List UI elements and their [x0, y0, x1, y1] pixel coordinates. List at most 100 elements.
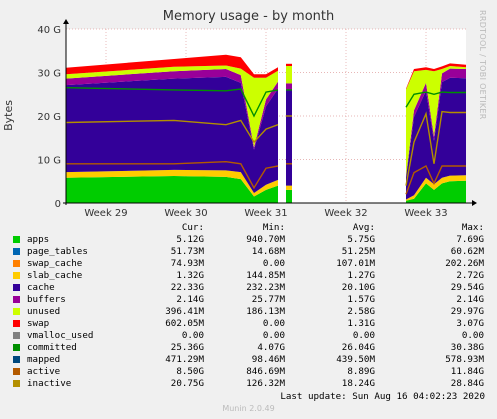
legend-cur-value: 471.29M [165, 354, 204, 365]
legend-row-swap-cache: swap_cache 74.93M 0.00 107.01M 202.26M [0, 258, 497, 270]
legend-row-cache: cache 22.33G 232.23M 20.10G 29.54G [0, 282, 497, 294]
legend-min-value: 940.70M [246, 234, 285, 245]
legend-cur-value: 2.14G [176, 294, 204, 305]
legend-max-value: 7.69G [456, 234, 484, 245]
legend-cur-value: 1.32G [176, 270, 204, 281]
legend-row-page-tables: page_tables 51.73M 14.68M 51.25M 60.62M [0, 246, 497, 258]
legend-avg-value: 51.25M [341, 246, 375, 257]
legend-avg-value: 439.50M [336, 354, 375, 365]
legend-row-slab-cache: slab_cache 1.32G 144.85M 1.27G 2.72G [0, 270, 497, 282]
legend-row-mapped: mapped 471.29M 98.46M 439.50M 578.93M [0, 354, 497, 366]
legend-swatch [13, 296, 20, 303]
legend-swatch [13, 320, 20, 327]
legend-label: buffers [27, 294, 66, 305]
legend-label: apps [27, 234, 50, 245]
legend-max-value: 0.00 [461, 330, 484, 341]
legend-max-value: 29.97G [450, 306, 484, 317]
x-axis-arrow [472, 200, 477, 206]
legend-swatch [13, 368, 20, 375]
legend-cur-value: 74.93M [170, 258, 204, 269]
legend-label: page_tables [27, 246, 88, 257]
y-tick-label: 30 G [37, 69, 61, 80]
legend-label: cache [27, 282, 55, 293]
legend-cur-value: 20.75G [170, 378, 204, 389]
legend-avg-value: 1.57G [347, 294, 375, 305]
legend-swatch [13, 308, 20, 315]
legend-min-value: 232.23M [246, 282, 285, 293]
legend-min-value: 14.68M [251, 246, 285, 257]
legend-row-active: active 8.50G 846.69M 8.89G 11.84G [0, 366, 497, 378]
legend-row-swap: swap 602.05M 0.00 1.31G 3.07G [0, 318, 497, 330]
legend-swatch [13, 344, 20, 351]
legend-avg-value: 20.10G [341, 282, 375, 293]
legend-max-value: 202.26M [445, 258, 484, 269]
legend-cur-value: 396.41M [165, 306, 204, 317]
legend-min-value: 4.07G [257, 342, 285, 353]
legend-swatch [13, 248, 20, 255]
legend-label: swap [27, 318, 50, 329]
header-min: Min: [262, 222, 285, 233]
legend-cur-value: 602.05M [165, 318, 204, 329]
x-tick-label: Week 30 [164, 208, 207, 219]
legend-avg-value: 5.75G [347, 234, 375, 245]
legend-min-value: 144.85M [246, 270, 285, 281]
area-slab-cache [286, 185, 292, 190]
legend-label: slab_cache [27, 270, 83, 281]
legend-min-value: 98.46M [251, 354, 285, 365]
legend-swatch [13, 332, 20, 339]
legend-swatch [13, 284, 20, 291]
y-tick-label: 10 G [37, 156, 61, 167]
legend-min-value: 846.69M [246, 366, 285, 377]
legend-max-value: 2.72G [456, 270, 484, 281]
x-tick-label: Week 33 [404, 208, 447, 219]
legend-avg-value: 1.31G [347, 318, 375, 329]
legend-max-value: 11.84G [450, 366, 484, 377]
legend-max-value: 578.93M [445, 354, 484, 365]
legend-cur-value: 25.36G [170, 342, 204, 353]
legend-label: vmalloc_used [27, 330, 94, 341]
x-tick-label: Week 32 [324, 208, 367, 219]
legend-cur-value: 5.12G [176, 234, 204, 245]
legend-max-value: 3.07G [456, 318, 484, 329]
legend-min-value: 0.00 [262, 258, 285, 269]
legend-min-value: 126.32M [246, 378, 285, 389]
legend-label: mapped [27, 354, 61, 365]
legend-cur-value: 51.73M [170, 246, 204, 257]
header-avg: Avg: [352, 222, 375, 233]
legend-row-unused: unused 396.41M 186.13M 2.58G 29.97G [0, 306, 497, 318]
legend-row-apps: apps 5.12G 940.70M 5.75G 7.69G [0, 234, 497, 246]
x-tick-label: Week 29 [84, 208, 127, 219]
legend-max-value: 30.38G [450, 342, 484, 353]
legend-max-value: 2.14G [456, 294, 484, 305]
legend-label: unused [27, 306, 61, 317]
legend-max-value: 29.54G [450, 282, 484, 293]
legend-avg-value: 8.89G [347, 366, 375, 377]
legend-label: inactive [27, 378, 72, 389]
legend-swatch [13, 260, 20, 267]
legend-avg-value: 0.00 [352, 330, 375, 341]
legend-min-value: 25.77M [251, 294, 285, 305]
legend-avg-value: 18.24G [341, 378, 375, 389]
legend-cur-value: 0.00 [181, 330, 204, 341]
area-cache [286, 89, 292, 186]
legend-label: committed [27, 342, 77, 353]
legend-row-vmalloc-used: vmalloc_used 0.00 0.00 0.00 0.00 [0, 330, 497, 342]
legend-avg-value: 2.58G [347, 306, 375, 317]
legend-max-value: 28.84G [450, 378, 484, 389]
y-tick-label: 40 G [37, 25, 61, 36]
header-max: Max: [461, 222, 484, 233]
y-tick-label: 20 G [37, 112, 61, 123]
legend-swatch [13, 380, 20, 387]
x-tick-label: Week 31 [244, 208, 287, 219]
legend-label: active [27, 366, 61, 377]
legend-cur-value: 22.33G [170, 282, 204, 293]
area-buffers [286, 83, 292, 90]
legend-row-committed: committed 25.36G 4.07G 26.04G 30.38G [0, 342, 497, 354]
legend-label: swap_cache [27, 258, 83, 269]
legend-avg-value: 1.27G [347, 270, 375, 281]
area-unused [286, 66, 292, 84]
munin-version: Munin 2.0.49 [222, 404, 275, 413]
last-update: Last update: Sun Aug 16 04:02:23 2020 [280, 391, 485, 402]
memory-chart: 0 10 G 20 G 30 G 40 G Week 29 Week 30 Week 31 We… [37, 19, 477, 219]
area-swap [286, 63, 292, 66]
